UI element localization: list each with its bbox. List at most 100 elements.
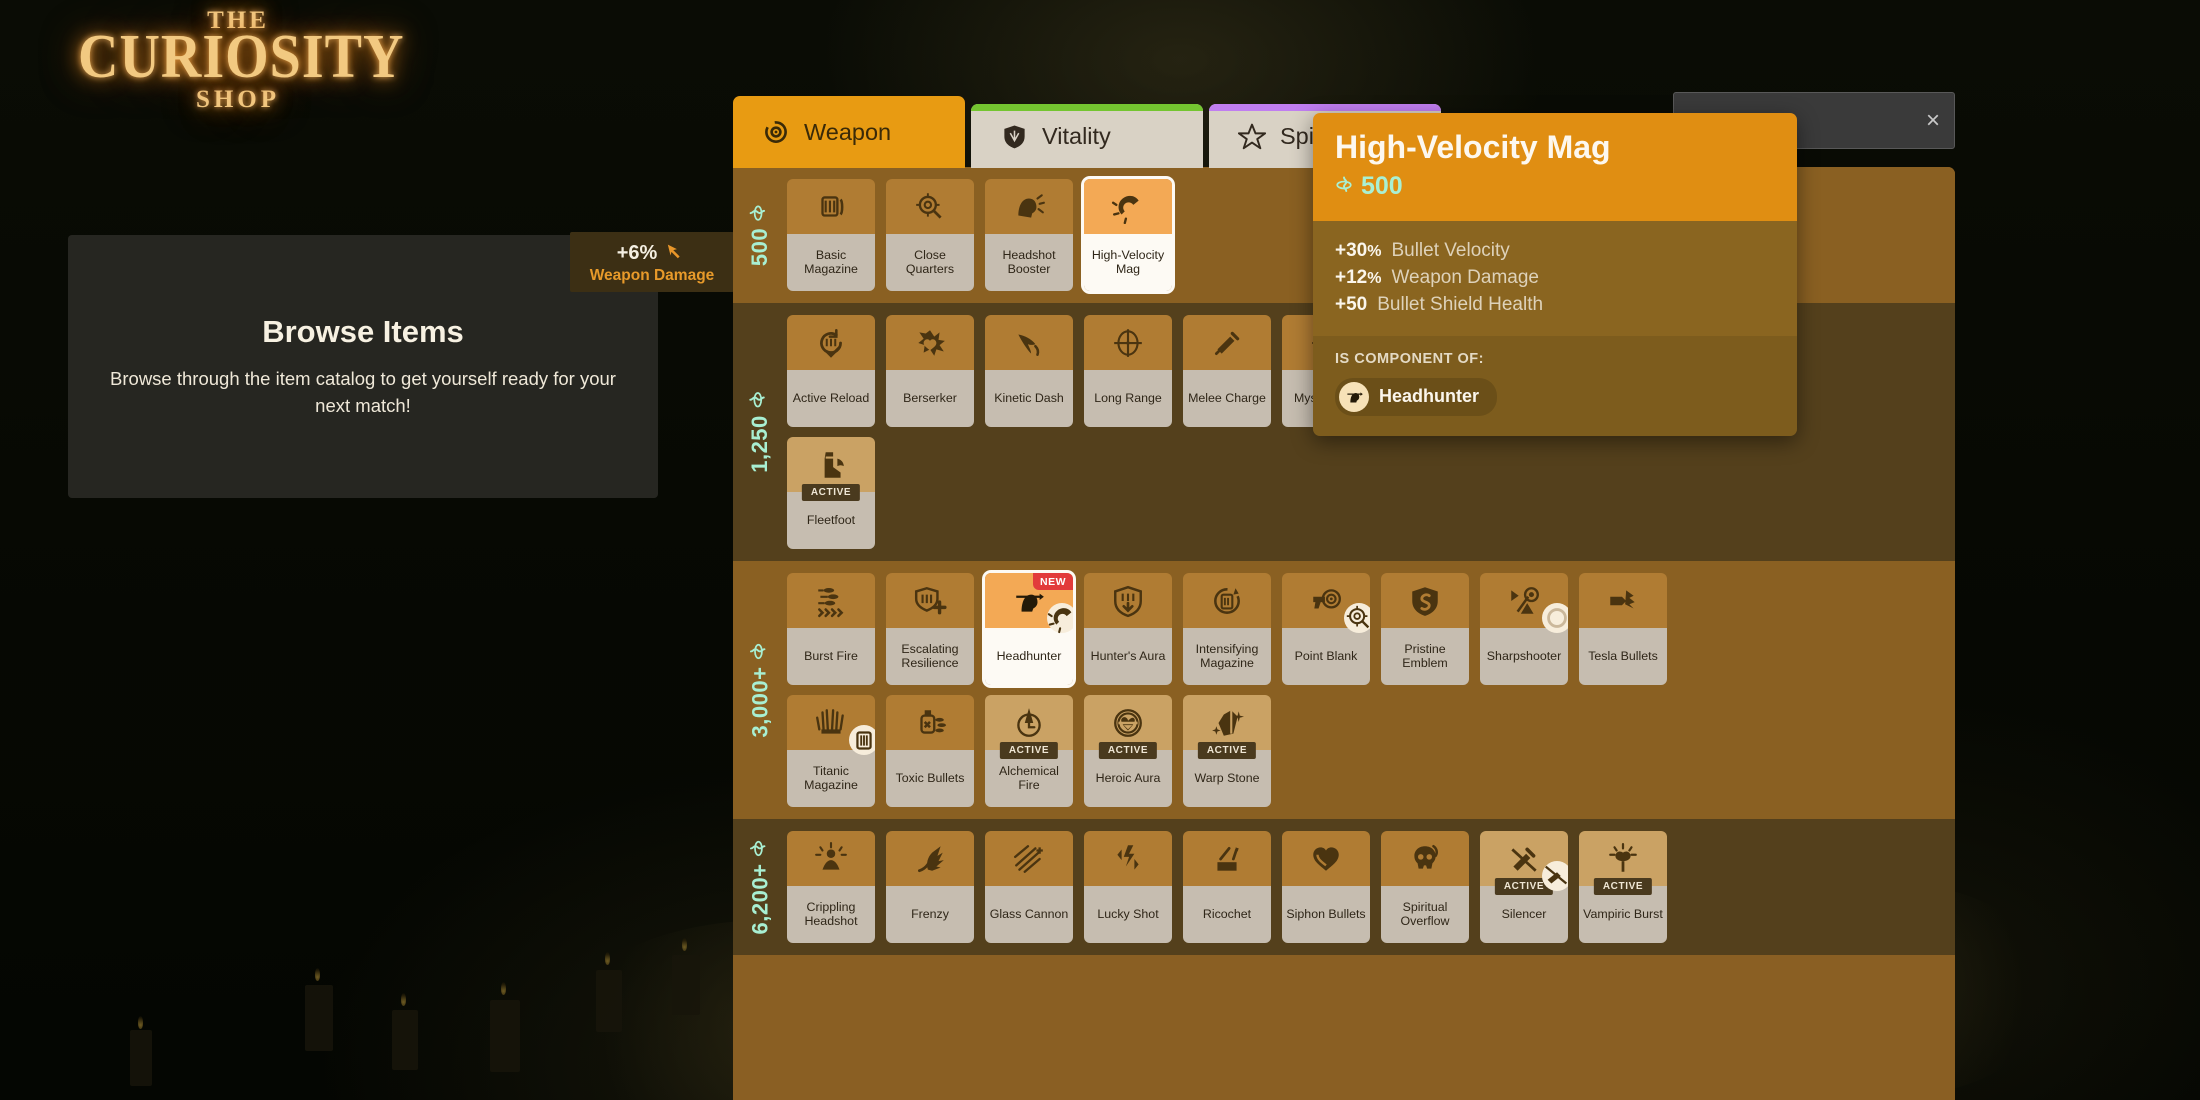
item-name: Crippling Headshot <box>804 899 858 928</box>
logo-line-main: CURIOSITY <box>78 22 405 92</box>
component-chip[interactable]: Headhunter <box>1335 377 1498 416</box>
item-card[interactable]: Melee Charge <box>1183 315 1271 427</box>
item-icon-area <box>787 573 875 628</box>
item-name-area: Escalating Resilience <box>886 628 974 685</box>
item-name-area: Hunter's Aura <box>1084 628 1172 685</box>
item-icon-area: NEW <box>985 573 1073 634</box>
soul-icon <box>747 204 773 222</box>
item-name-area: Toxic Bullets <box>886 750 974 807</box>
tooltip-title: High-Velocity Mag <box>1335 129 1611 165</box>
item-icon-area: ACTIVE <box>1579 831 1667 895</box>
item-card[interactable]: Close Quarters <box>886 179 974 291</box>
shop-screen: THE CURIOSITY SHOP Browse Items Browse t… <box>0 0 2200 1100</box>
wind-dash-icon <box>1012 326 1046 360</box>
tooltip-stat-label: Bullet Shield Health <box>1377 293 1544 315</box>
item-icon-area <box>1084 573 1172 628</box>
item-card[interactable]: Spiritual Overflow <box>1381 831 1469 943</box>
item-card[interactable]: Titanic Magazine <box>787 695 875 807</box>
item-card[interactable]: ACTIVE Silencer <box>1480 831 1568 943</box>
item-card[interactable]: Berserker <box>886 315 974 427</box>
item-card[interactable]: Frenzy <box>886 831 974 943</box>
item-icon-area <box>886 695 974 750</box>
item-card[interactable]: Lucky Shot <box>1084 831 1172 943</box>
item-card[interactable]: Active Reload <box>787 315 875 427</box>
item-card[interactable]: Siphon Bullets <box>1282 831 1370 943</box>
item-name-area: Intensifying Magazine <box>1183 628 1271 685</box>
item-card[interactable]: Basic Magazine <box>787 179 875 291</box>
weapon-damage-badge: +6% Weapon Damage <box>570 232 734 292</box>
component-name: Headhunter <box>1379 386 1480 407</box>
item-name-area: Active Reload <box>787 370 875 427</box>
headhunter-icon <box>1339 381 1369 412</box>
item-name: Hunter's Aura <box>1090 648 1166 663</box>
item-card[interactable]: ACTIVE Fleetfoot <box>787 437 875 549</box>
item-name-area: High-Velocity Mag <box>1084 234 1172 291</box>
item-card[interactable]: Tesla Bullets <box>1579 573 1667 685</box>
tooltip-stats: +30% Bullet Velocity +12% Weapon Damage +50 B… <box>1313 220 1797 336</box>
item-card[interactable]: High-Velocity Mag <box>1084 179 1172 291</box>
titanic-mag-icon <box>814 706 848 740</box>
tesla-icon <box>1606 584 1640 618</box>
reload-icon <box>814 326 848 360</box>
item-card[interactable]: ACTIVE Warp Stone <box>1183 695 1271 807</box>
item-card[interactable]: Long Range <box>1084 315 1172 427</box>
item-name: Glass Cannon <box>989 906 1069 921</box>
item-card[interactable]: Point Blank <box>1282 573 1370 685</box>
item-card[interactable]: Toxic Bullets <box>886 695 974 807</box>
browse-items-title: Browse Items <box>262 314 464 350</box>
shield-down-icon <box>1111 584 1145 618</box>
crippling-icon <box>814 841 848 876</box>
item-name: Kinetic Dash <box>994 390 1064 405</box>
tier-price-value: 6,200+ <box>747 863 772 935</box>
boot-icon <box>814 448 848 482</box>
item-row: Crippling Headshot Frenzy Glass Cannon Luck… <box>787 831 1941 943</box>
item-row: Burst Fire Escalating Resilience NEW Headhu… <box>787 573 1941 685</box>
soul-icon <box>747 391 773 409</box>
item-icon-area <box>985 179 1073 234</box>
burst-heart-icon <box>913 326 947 360</box>
item-card[interactable]: Crippling Headshot <box>787 831 875 943</box>
item-card[interactable]: ACTIVE Alchemical Fire <box>985 695 1073 807</box>
item-name: Basic Magazine <box>804 247 858 276</box>
tab-weapon[interactable]: Weapon <box>733 96 965 168</box>
item-card[interactable]: Hunter's Aura <box>1084 573 1172 685</box>
item-card[interactable]: NEW Headhunter <box>985 573 1073 685</box>
item-name: Intensifying Magazine <box>1195 641 1259 670</box>
tier-price-value: 3,000+ <box>747 666 772 738</box>
item-card[interactable]: Pristine Emblem <box>1381 573 1469 685</box>
tier-price-label: 6,200+ <box>733 831 787 943</box>
item-card[interactable]: Headshot Booster <box>985 179 1073 291</box>
skull-flame-icon <box>1408 842 1442 876</box>
active-badge: ACTIVE <box>1593 878 1653 895</box>
item-name-area: Burst Fire <box>787 628 875 685</box>
item-card[interactable]: Glass Cannon <box>985 831 1073 943</box>
tier-rows: Crippling Headshot Frenzy Glass Cannon Luck… <box>787 831 1955 943</box>
item-card[interactable]: ACTIVE Vampiric Burst <box>1579 831 1667 943</box>
item-name: Frenzy <box>911 906 949 921</box>
item-card[interactable]: Sharpshooter <box>1480 573 1568 685</box>
item-name-area: Sharpshooter <box>1480 628 1568 685</box>
item-card[interactable]: Intensifying Magazine <box>1183 573 1271 685</box>
ricochet-icon <box>1210 842 1244 876</box>
browse-items-subtitle: Browse through the item catalog to get y… <box>110 368 616 416</box>
item-name: Titanic Magazine <box>804 763 858 792</box>
item-icon-area <box>1183 315 1271 370</box>
item-name: Point Blank <box>1294 648 1358 663</box>
tier-price-label: 3,000+ <box>733 573 787 807</box>
item-card[interactable]: Kinetic Dash <box>985 315 1073 427</box>
burst-bullets-icon <box>814 584 848 618</box>
weapon-damage-value: +6% <box>616 242 658 264</box>
item-name: Spiritual Overflow <box>1400 899 1450 928</box>
weapon-damage-icon <box>665 241 687 266</box>
item-card[interactable]: ACTIVE Heroic Aura <box>1084 695 1172 807</box>
item-name-area: Titanic Magazine <box>787 750 875 807</box>
item-card[interactable]: Ricochet <box>1183 831 1271 943</box>
toxic-icon <box>913 706 947 740</box>
item-card[interactable]: Burst Fire <box>787 573 875 685</box>
tab-vitality[interactable]: Vitality <box>971 104 1203 168</box>
item-card[interactable]: Escalating Resilience <box>886 573 974 685</box>
tooltip-stat-label: Bullet Velocity <box>1391 239 1510 261</box>
head-hit-icon <box>1012 190 1046 224</box>
item-row: ACTIVE Fleetfoot <box>787 437 1941 549</box>
glass-cannon-icon <box>1012 842 1046 876</box>
